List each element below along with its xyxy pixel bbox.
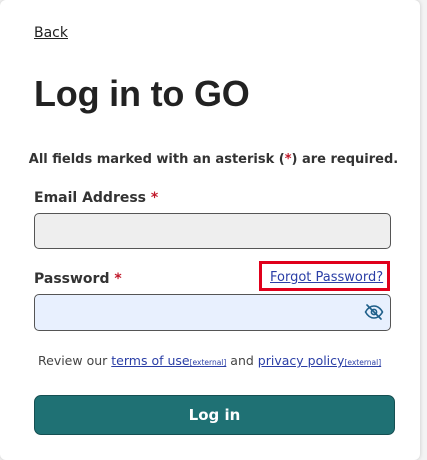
privacy-policy-link[interactable]: privacy policy[external]	[258, 353, 381, 368]
legal-conjunction: and	[226, 353, 258, 368]
login-button[interactable]: Log in	[34, 395, 395, 435]
password-label-text: Password	[34, 271, 110, 287]
email-required-mark: *	[150, 190, 159, 206]
privacy-external-marker: [external]	[344, 358, 382, 367]
forgot-password-link[interactable]: Forgot Password?	[270, 269, 383, 286]
login-card: Back Log in to GO All fields marked with…	[0, 0, 420, 460]
required-fields-note: All fields marked with an asterisk (*) a…	[0, 151, 427, 169]
page-title: Log in to GO	[34, 73, 250, 114]
back-link[interactable]: Back	[34, 24, 68, 42]
password-required-mark: *	[114, 271, 122, 287]
email-field[interactable]	[34, 213, 391, 249]
legal-prefix: Review our	[38, 353, 112, 368]
terms-external-marker: [external]	[189, 358, 227, 367]
required-asterisk: *	[284, 152, 292, 167]
required-note-text-end: ) are required.	[291, 152, 399, 167]
legal-review-line: Review our terms of use[external] and pr…	[38, 352, 381, 371]
eye-off-icon[interactable]	[364, 303, 384, 321]
eye-off-icon-graphic	[364, 304, 384, 320]
terms-of-use-link[interactable]: terms of use[external]	[111, 353, 226, 368]
password-field[interactable]	[34, 294, 391, 331]
terms-of-use-label: terms of use	[111, 353, 190, 368]
password-label: Password *	[34, 270, 122, 288]
privacy-policy-label: privacy policy	[257, 353, 345, 368]
required-note-text-start: All fields marked with an asterisk (	[28, 152, 285, 167]
email-label-text: Email Address	[34, 190, 147, 206]
email-label: Email Address *	[34, 189, 158, 207]
